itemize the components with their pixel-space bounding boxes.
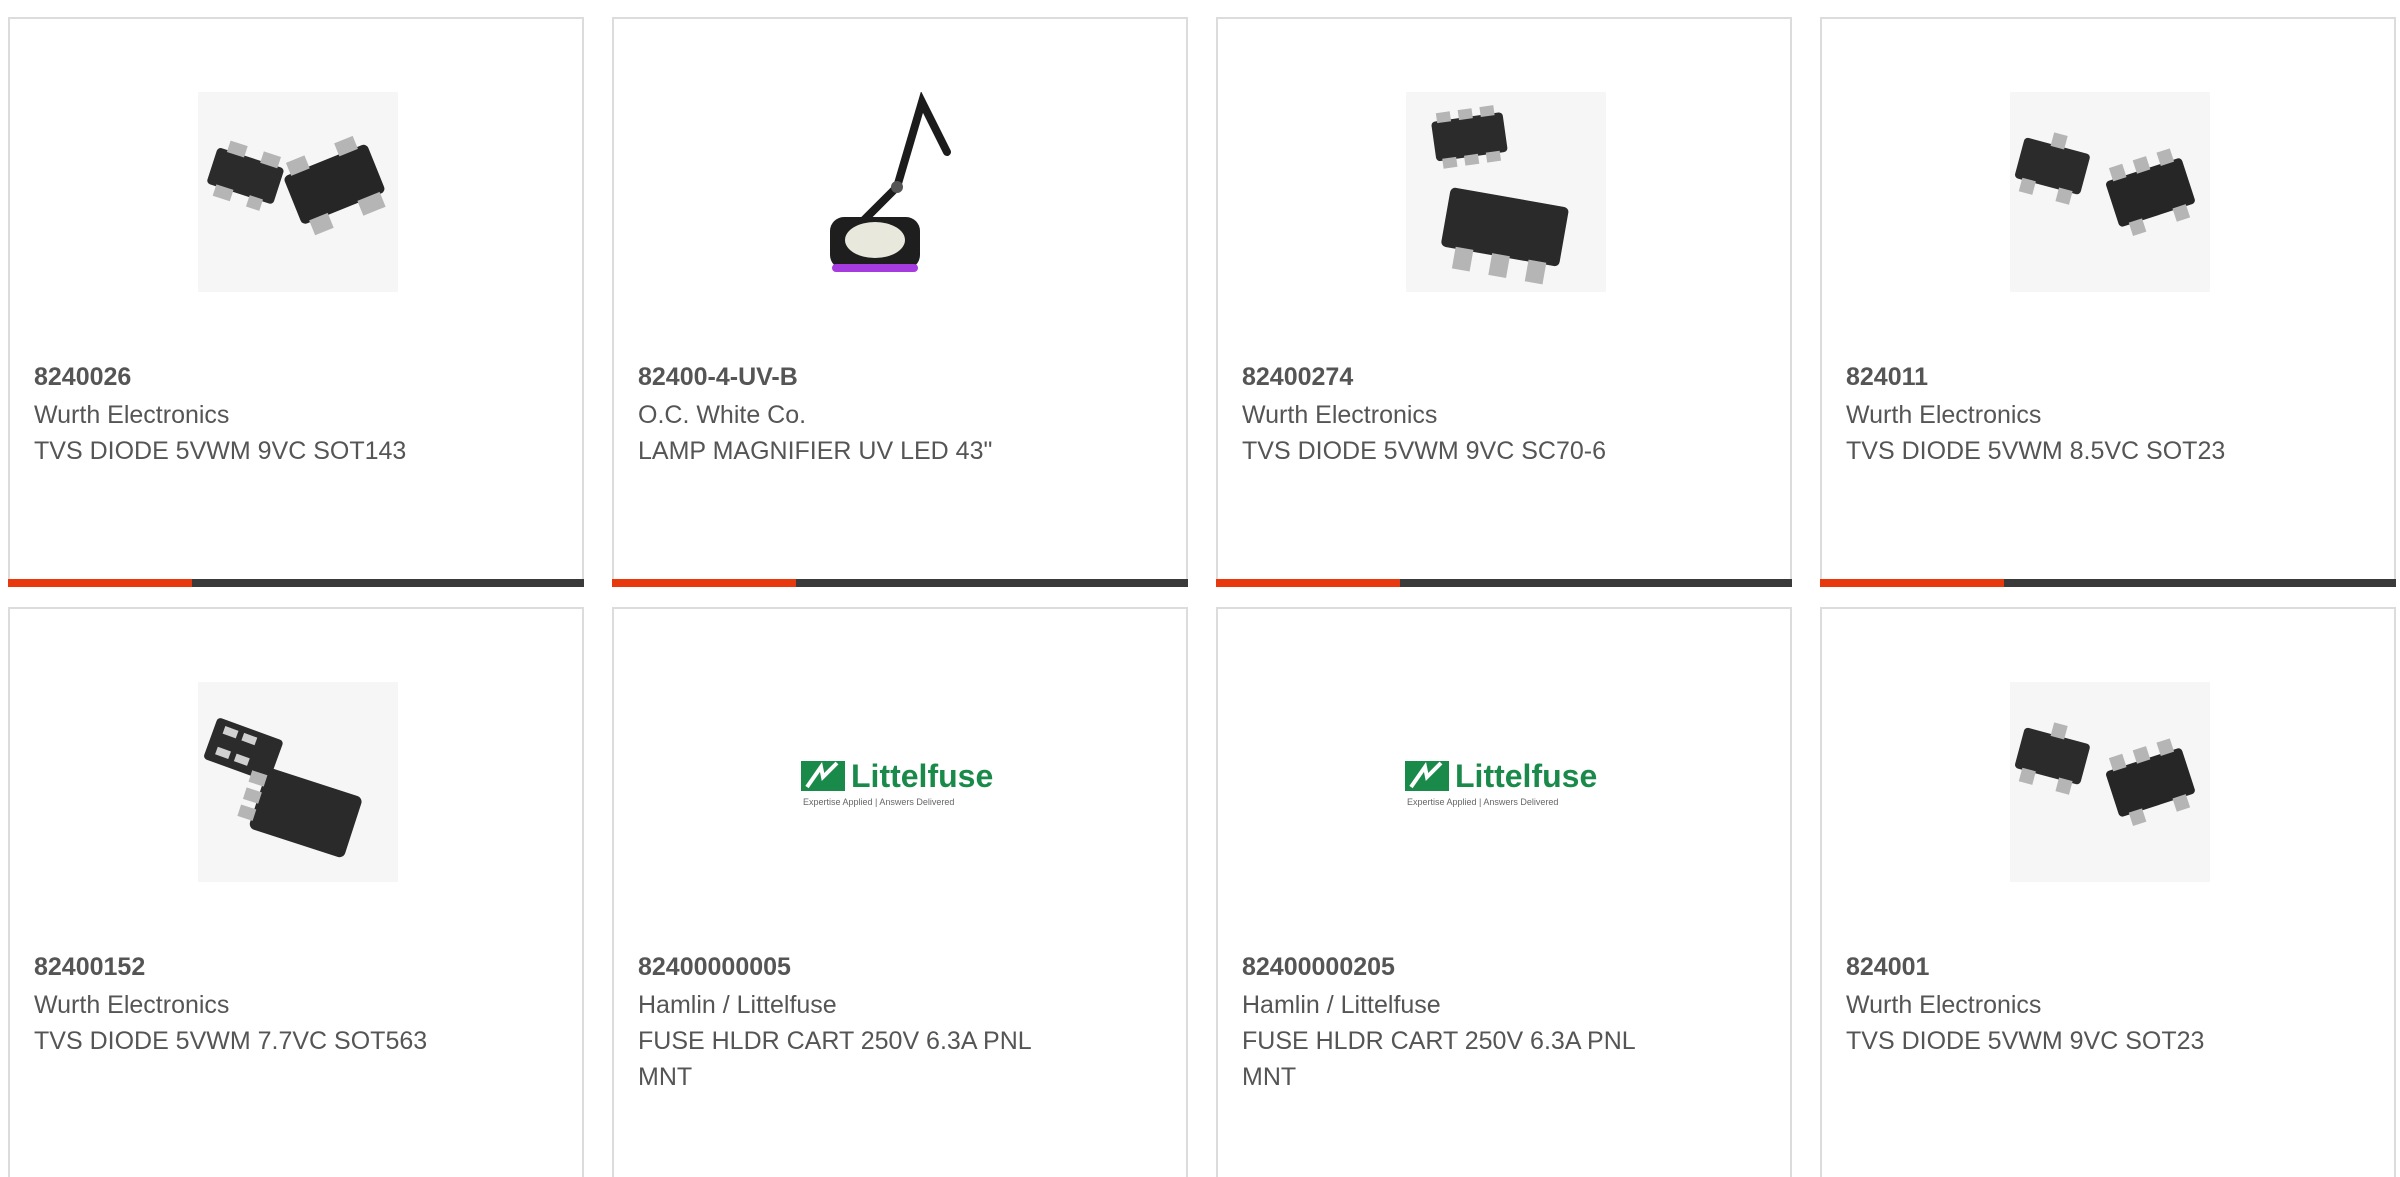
- product-card[interactable]: 82400274 Wurth Electronics TVS DIODE 5VW…: [1216, 17, 1792, 587]
- manufacturer: Wurth Electronics: [1242, 401, 1438, 429]
- product-image[interactable]: Littelfuse Expertise Applied | Answers D…: [1403, 679, 1609, 885]
- svg-text:Littelfuse: Littelfuse: [1455, 758, 1597, 794]
- part-number[interactable]: 82400152: [34, 949, 145, 985]
- part-number[interactable]: 82400274: [1242, 359, 1353, 395]
- manufacturer: Hamlin / Littelfuse: [638, 991, 837, 1019]
- manufacturer: Wurth Electronics: [1846, 401, 2042, 429]
- description: TVS DIODE 5VWM 9VC SOT143: [34, 437, 407, 465]
- manufacturer: Wurth Electronics: [34, 401, 230, 429]
- description: TVS DIODE 5VWM 8.5VC SOT23: [1846, 437, 2226, 465]
- product-image[interactable]: Littelfuse Expertise Applied | Answers D…: [799, 679, 1005, 885]
- product-card[interactable]: Littelfuse Expertise Applied | Answers D…: [612, 607, 1188, 1177]
- sc70-chip-icon: [1406, 92, 1606, 292]
- card-accent-bar: [1820, 579, 2004, 587]
- card-bottom-bar: [1820, 579, 2396, 587]
- magnifier-lamp-icon: [802, 92, 1002, 292]
- card-bottom-bar: [612, 579, 1188, 587]
- product-image[interactable]: [195, 89, 401, 295]
- product-card[interactable]: 824011 Wurth Electronics TVS DIODE 5VWM …: [1820, 17, 2396, 587]
- description: FUSE HLDR CART 250V 6.3A PNL MNT: [638, 1027, 1031, 1091]
- svg-text:Littelfuse: Littelfuse: [851, 758, 993, 794]
- product-image[interactable]: [2007, 679, 2213, 885]
- product-image[interactable]: [2007, 89, 2213, 295]
- product-card[interactable]: 82400-4-UV-B O.C. White Co. LAMP MAGNIFI…: [612, 17, 1188, 587]
- product-card[interactable]: 82400152 Wurth Electronics TVS DIODE 5VW…: [8, 607, 584, 1177]
- sot23-chip-icon: [2010, 92, 2210, 292]
- part-number[interactable]: 82400000205: [1242, 949, 1395, 985]
- manufacturer: Wurth Electronics: [34, 991, 230, 1019]
- product-image[interactable]: [195, 679, 401, 885]
- littelfuse-logo-icon: Littelfuse Expertise Applied | Answers D…: [1403, 679, 1609, 885]
- description: LAMP MAGNIFIER UV LED 43": [638, 437, 993, 465]
- product-card[interactable]: 824001 Wurth Electronics TVS DIODE 5VWM …: [1820, 607, 2396, 1177]
- product-image[interactable]: [799, 89, 1005, 295]
- part-number[interactable]: 8240026: [34, 359, 131, 395]
- manufacturer: O.C. White Co.: [638, 401, 807, 429]
- product-card[interactable]: 8240026 Wurth Electronics TVS DIODE 5VWM…: [8, 17, 584, 587]
- card-bottom-bar: [1216, 579, 1792, 587]
- part-number[interactable]: 824001: [1846, 949, 1929, 985]
- littelfuse-logo-icon: Littelfuse Expertise Applied | Answers D…: [799, 679, 1005, 885]
- part-number[interactable]: 82400000005: [638, 949, 791, 985]
- product-card[interactable]: Littelfuse Expertise Applied | Answers D…: [1216, 607, 1792, 1177]
- sot23-chip-icon: [2010, 682, 2210, 882]
- sot563-chip-icon: [198, 682, 398, 882]
- part-number[interactable]: 82400-4-UV-B: [638, 359, 798, 395]
- card-accent-bar: [612, 579, 796, 587]
- description: FUSE HLDR CART 250V 6.3A PNL MNT: [1242, 1027, 1635, 1091]
- description: TVS DIODE 5VWM 9VC SOT23: [1846, 1027, 2205, 1055]
- product-image[interactable]: [1403, 89, 1609, 295]
- part-number[interactable]: 824011: [1846, 359, 1928, 395]
- card-bottom-bar: [8, 579, 584, 587]
- description: TVS DIODE 5VWM 9VC SC70-6: [1242, 437, 1606, 465]
- svg-text:Expertise Applied | Answers De: Expertise Applied | Answers Delivered: [1407, 797, 1558, 807]
- description: TVS DIODE 5VWM 7.7VC SOT563: [34, 1027, 428, 1055]
- sot143-chip-icon: [198, 92, 398, 292]
- svg-text:Expertise Applied | Answers De: Expertise Applied | Answers Delivered: [803, 797, 954, 807]
- card-accent-bar: [1216, 579, 1400, 587]
- manufacturer: Wurth Electronics: [1846, 991, 2042, 1019]
- manufacturer: Hamlin / Littelfuse: [1242, 991, 1441, 1019]
- card-accent-bar: [8, 579, 192, 587]
